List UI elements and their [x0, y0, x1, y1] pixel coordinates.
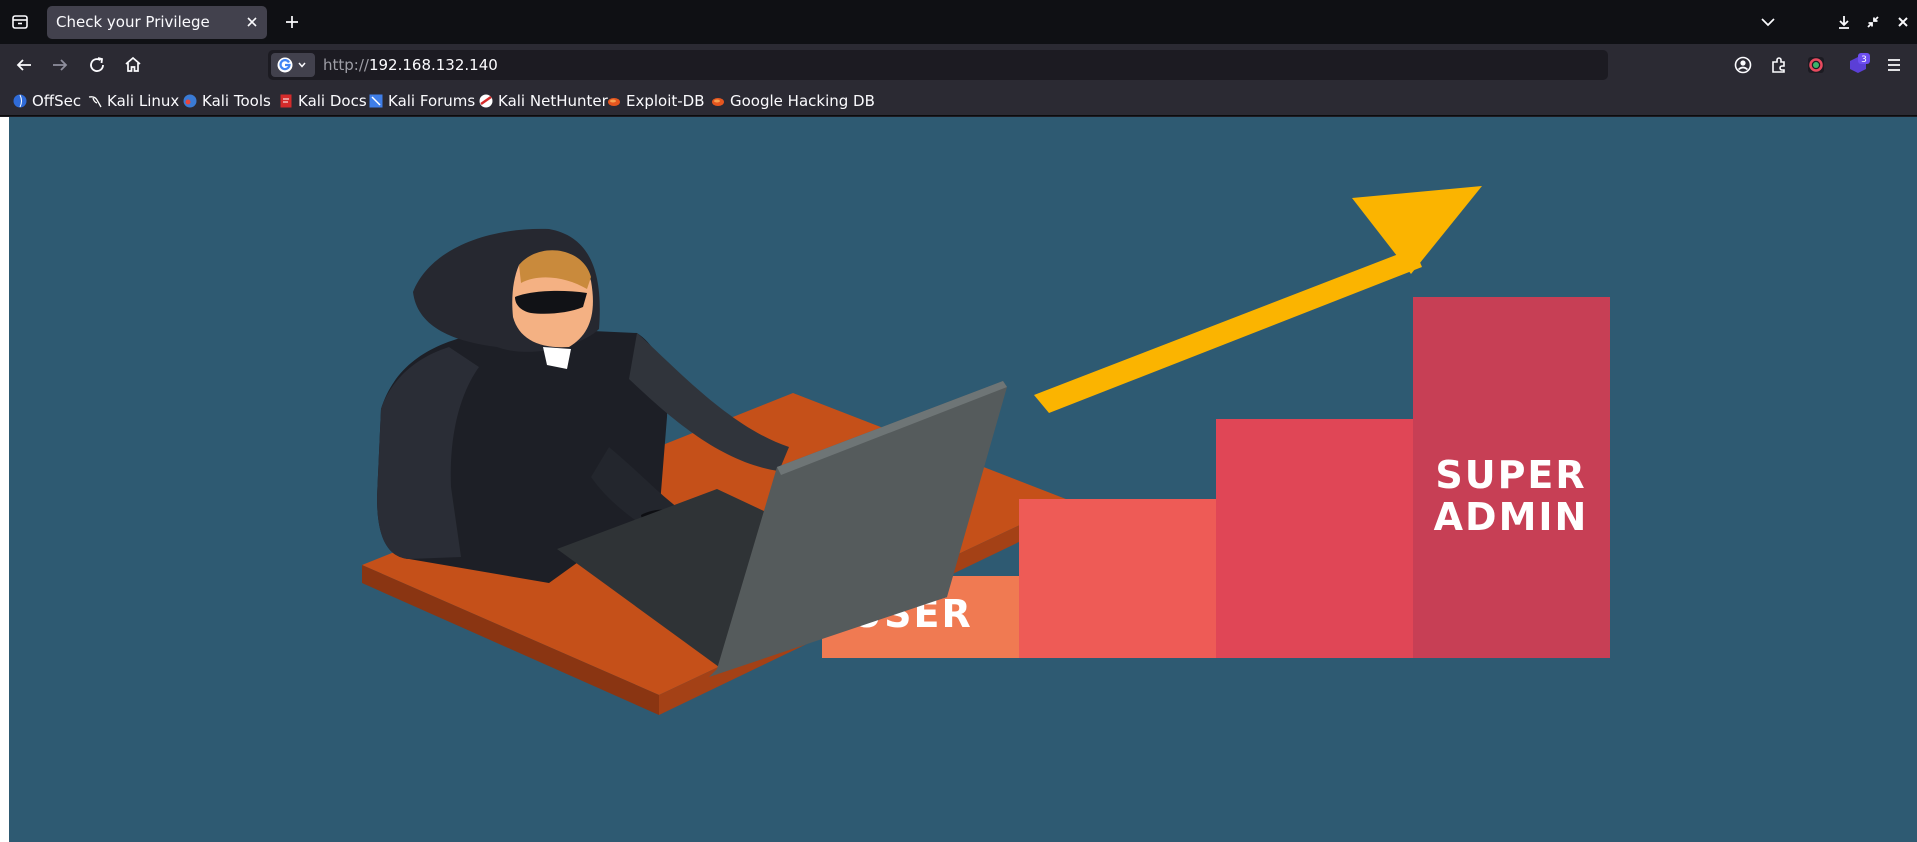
- search-engine-selector[interactable]: [271, 53, 315, 77]
- kali-docs-icon: [279, 94, 293, 108]
- svg-text:3: 3: [1861, 55, 1867, 65]
- chevron-down-icon[interactable]: [1757, 11, 1779, 33]
- step-2: [1019, 499, 1216, 658]
- restore-icon[interactable]: [1862, 11, 1884, 33]
- kali-forums-icon: [369, 94, 383, 108]
- google-hacking-db-icon: [711, 94, 725, 108]
- bookmarks-toolbar: OffSec Kali Linux Kali Tools Kali Docs K…: [0, 86, 1917, 116]
- menu-icon[interactable]: [1882, 53, 1906, 77]
- reload-icon[interactable]: [85, 53, 109, 77]
- kali-tools-icon: [183, 94, 197, 108]
- home-icon[interactable]: [121, 53, 145, 77]
- bookmark-kali-nethunter[interactable]: Kali NetHunter: [479, 91, 608, 111]
- bookmark-kali-linux[interactable]: Kali Linux: [88, 91, 179, 111]
- tab-active[interactable]: Check your Privilege: [47, 6, 267, 39]
- url-bar[interactable]: http://192.168.132.140: [268, 50, 1608, 80]
- exploit-db-icon: [607, 94, 621, 108]
- bookmark-offsec[interactable]: OffSec: [13, 91, 81, 111]
- step-3: [1216, 419, 1413, 658]
- color-extension-icon[interactable]: [1804, 53, 1828, 77]
- extensions-icon[interactable]: [1767, 53, 1791, 77]
- tab-list-icon[interactable]: [8, 10, 32, 34]
- back-arrow-icon[interactable]: [12, 53, 36, 77]
- account-icon[interactable]: [1731, 53, 1755, 77]
- bookmark-google-hacking-db[interactable]: Google Hacking DB: [711, 91, 875, 111]
- privilege-escalation-illustration: USER SUPER ADMIN: [9, 117, 1917, 842]
- url-text[interactable]: http://192.168.132.140: [323, 56, 498, 74]
- forward-arrow-icon[interactable]: [48, 53, 72, 77]
- badge-extension-icon[interactable]: 3: [1846, 53, 1870, 77]
- kali-nethunter-icon: [479, 94, 493, 108]
- bookmark-kali-tools[interactable]: Kali Tools: [183, 91, 271, 111]
- admin-label: ADMIN: [1434, 495, 1589, 539]
- kali-dragon-icon: [88, 94, 102, 108]
- bookmark-kali-forums[interactable]: Kali Forums: [369, 91, 475, 111]
- bookmark-kali-docs[interactable]: Kali Docs: [279, 91, 367, 111]
- bookmark-exploit-db[interactable]: Exploit-DB: [607, 91, 705, 111]
- new-tab-icon[interactable]: [282, 12, 302, 32]
- tab-title: Check your Privilege: [56, 13, 210, 31]
- minimize-icon[interactable]: [1833, 11, 1855, 33]
- page-content: USER SUPER ADMIN: [0, 117, 1917, 842]
- close-tab-icon[interactable]: [244, 14, 260, 30]
- super-label: SUPER: [1435, 453, 1586, 497]
- close-window-icon[interactable]: [1892, 11, 1914, 33]
- tab-bar: Check your Privilege: [0, 0, 1917, 44]
- offsec-icon: [13, 94, 27, 108]
- navigation-toolbar: http://192.168.132.140 3: [0, 44, 1917, 86]
